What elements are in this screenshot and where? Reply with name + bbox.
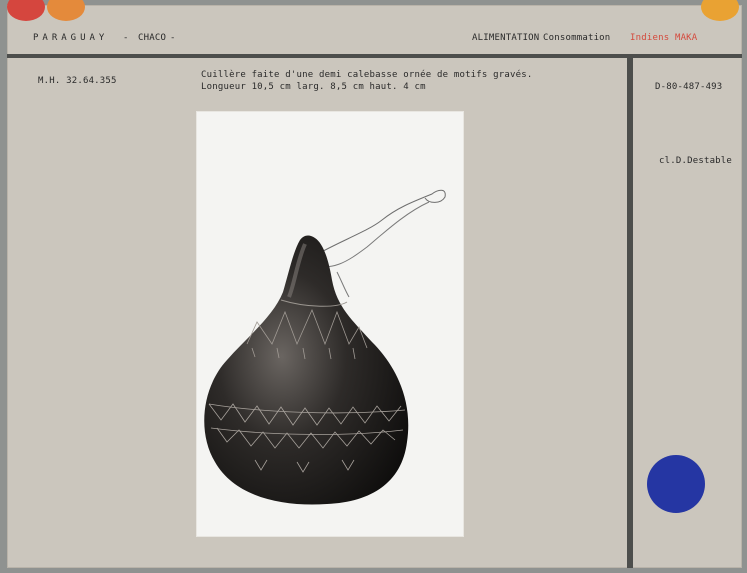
- orange-tab-marker: [47, 0, 85, 21]
- blue-dot-marker: [647, 455, 705, 513]
- header-subcategory: Consommation: [543, 33, 611, 43]
- object-photograph: [197, 112, 463, 536]
- column-divider: [627, 58, 633, 568]
- inventory-number: M.H. 32.64.355: [38, 76, 117, 86]
- red-tab-marker: [7, 0, 45, 21]
- header-region: CHACO: [138, 33, 167, 43]
- photo-credit: cl.D.Destable: [659, 156, 733, 166]
- header-category: ALIMENTATION: [472, 33, 540, 43]
- header-people: Indiens MAKA: [630, 33, 698, 43]
- object-description: Cuillère faite d'une demi calebasse orné…: [201, 70, 533, 80]
- photo-number: D-80-487-493: [655, 82, 723, 92]
- yellow-tab-marker: [701, 0, 739, 21]
- object-dimensions: Longueur 10,5 cm larg. 8,5 cm haut. 4 cm: [201, 82, 426, 92]
- header-separator: -: [123, 33, 129, 43]
- calabash-image: [204, 189, 446, 505]
- header-trailing-dash: -: [170, 33, 176, 43]
- header-country: PARAGUAY: [33, 33, 109, 43]
